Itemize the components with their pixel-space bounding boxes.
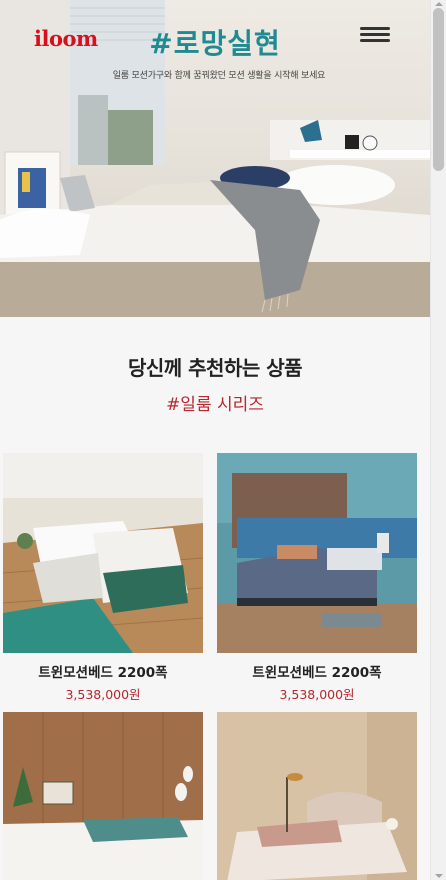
product-card[interactable]: 트윈모션베드 2200폭 3,538,000원 <box>3 453 203 703</box>
product-card[interactable]: 트윈모션베드 2200폭 3,538,000원 <box>217 453 417 703</box>
menu-line <box>360 33 390 36</box>
scrollbar-thumb[interactable] <box>433 8 444 171</box>
product-image[interactable] <box>217 712 417 880</box>
hero-banner: iloom #로망실현 일룸 모션가구와 함께 꿈꿔왔던 모션 생활을 시작해 … <box>0 0 430 317</box>
hamburger-menu-icon[interactable] <box>360 27 392 45</box>
product-image[interactable] <box>3 712 203 880</box>
product-name[interactable]: 트윈모션베드 2200폭 <box>217 661 417 681</box>
product-price: 3,538,000원 <box>65 687 141 702</box>
scroll-down-arrow-icon[interactable] <box>435 874 443 878</box>
recommend-section-subtitle[interactable]: #일룸 시리즈 <box>0 390 430 415</box>
product-image[interactable] <box>217 453 417 653</box>
hero-subtitle: 일룸 모션가구와 함께 꿈꿔왔던 모션 생활을 시작해 보세요 <box>112 71 326 81</box>
menu-line <box>360 39 390 42</box>
product-name[interactable]: 트윈모션베드 2200폭 <box>3 661 203 681</box>
product-card[interactable] <box>3 712 203 880</box>
page: iloom #로망실현 일룸 모션가구와 함께 꿈꿔왔던 모션 생활을 시작해 … <box>0 0 430 880</box>
product-image[interactable] <box>3 453 203 653</box>
vertical-scrollbar[interactable] <box>430 0 446 880</box>
menu-line <box>360 27 390 30</box>
recommend-section-title: 당신께 추천하는 상품 <box>127 356 303 380</box>
product-card[interactable] <box>217 712 417 880</box>
scroll-up-arrow-icon[interactable] <box>435 2 443 6</box>
product-price: 3,538,000원 <box>279 687 355 702</box>
